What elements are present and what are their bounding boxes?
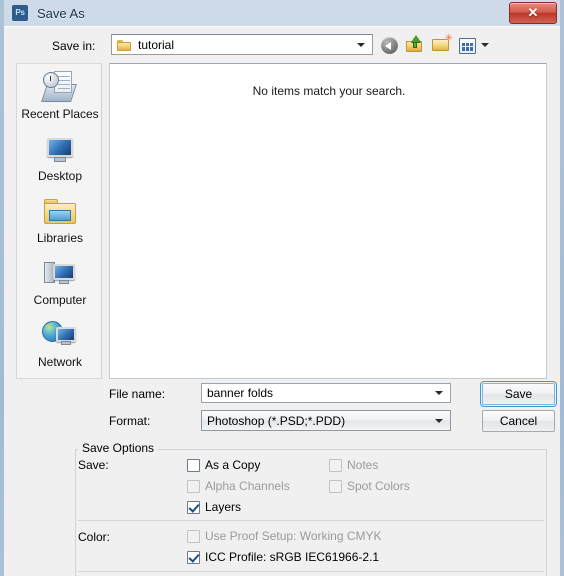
place-label: Recent Places — [21, 107, 99, 121]
group-divider — [78, 571, 544, 572]
cancel-button[interactable]: Cancel — [482, 410, 555, 432]
checkbox-notes: Notes — [329, 458, 378, 472]
checkbox-box[interactable] — [187, 458, 200, 472]
checkbox-alpha-channels: Alpha Channels — [187, 479, 290, 493]
views-icon[interactable] — [459, 37, 476, 54]
navigation-toolbar — [381, 33, 489, 57]
save-as-dialog-window: Ps Save As ✕ Save in: tutorial ✳ Recent … — [0, 0, 564, 576]
checkbox-label: Layers — [205, 500, 242, 514]
file-name-label: File name: — [109, 387, 166, 401]
checkbox-box — [187, 529, 200, 543]
group-divider — [78, 520, 544, 521]
color-row-label: Color: — [78, 530, 111, 544]
checkbox-label: Use Proof Setup: Working CMYK — [205, 529, 382, 543]
up-one-level-icon[interactable] — [405, 35, 425, 55]
places-sidebar: Recent Places Desktop Libraries Computer… — [16, 63, 102, 379]
file-name-value: banner folds — [207, 386, 274, 400]
place-label: Computer — [33, 293, 87, 307]
checkbox-box — [329, 479, 342, 493]
checkbox-label: As a Copy — [205, 458, 261, 472]
place-item-libraries[interactable]: Libraries — [17, 194, 103, 245]
checkbox-label: Notes — [347, 458, 379, 472]
place-label: Network — [37, 355, 82, 369]
views-dropdown-arrow-icon[interactable] — [481, 43, 489, 47]
folder-icon — [117, 39, 132, 51]
place-label: Libraries — [36, 231, 84, 245]
save-in-value: tutorial — [138, 37, 175, 52]
checkbox-spot-colors: Spot Colors — [329, 479, 410, 493]
file-list-panel[interactable]: No items match your search. — [109, 63, 547, 379]
checkbox-label: ICC Profile: sRGB IEC61966-2.1 — [205, 550, 380, 564]
back-icon[interactable] — [381, 37, 398, 54]
title-bar[interactable]: Ps Save As ✕ — [4, 0, 560, 26]
checkbox-use-proof-setup: Use Proof Setup: Working CMYK — [187, 529, 382, 543]
new-folder-icon[interactable] — [432, 34, 453, 55]
desktop-icon — [40, 132, 80, 168]
save-in-row: Save in: tutorial — [4, 33, 560, 61]
checkbox-label: Spot Colors — [347, 479, 410, 493]
save-button[interactable]: Save — [480, 381, 557, 407]
checkbox-icc-profile[interactable]: ICC Profile: sRGB IEC61966-2.1 — [187, 550, 379, 564]
checkbox-layers[interactable]: Layers — [187, 500, 241, 514]
place-item-recent-places[interactable]: Recent Places — [17, 70, 103, 121]
recent-places-icon — [40, 70, 80, 106]
place-item-desktop[interactable]: Desktop — [17, 132, 103, 183]
place-label: Desktop — [37, 169, 83, 183]
dialog-body: Save in: tutorial ✳ Recent Places Deskto… — [4, 26, 560, 576]
chevron-down-icon — [357, 42, 365, 47]
libraries-icon — [40, 194, 80, 230]
save-in-label: Save in: — [52, 39, 96, 53]
place-item-computer[interactable]: Computer — [17, 256, 103, 307]
chevron-down-icon[interactable] — [435, 418, 443, 423]
window-title: Save As — [37, 5, 85, 21]
save-row-label: Save: — [78, 458, 109, 472]
checkbox-box[interactable] — [187, 550, 200, 564]
checkbox-box — [187, 479, 200, 493]
checkbox-as-a-copy[interactable]: As a Copy — [187, 458, 260, 472]
computer-icon — [40, 256, 80, 292]
place-item-network[interactable]: Network — [17, 318, 103, 369]
photoshop-ps-icon: Ps — [12, 5, 28, 21]
chevron-down-icon[interactable] — [435, 391, 443, 395]
format-label: Format: — [109, 414, 151, 428]
checkbox-label: Alpha Channels — [205, 479, 290, 493]
empty-list-message: No items match your search. — [252, 84, 406, 98]
format-select[interactable]: Photoshop (*.PSD;*.PDD) — [201, 410, 451, 431]
checkbox-box[interactable] — [187, 500, 200, 514]
close-button[interactable]: ✕ — [509, 2, 557, 24]
file-name-input[interactable]: banner folds — [201, 383, 451, 403]
checkbox-box — [329, 458, 342, 472]
format-value: Photoshop (*.PSD;*.PDD) — [207, 414, 346, 428]
save-in-combobox[interactable]: tutorial — [111, 34, 373, 55]
save-options-title: Save Options — [78, 441, 159, 455]
network-icon — [40, 318, 80, 354]
